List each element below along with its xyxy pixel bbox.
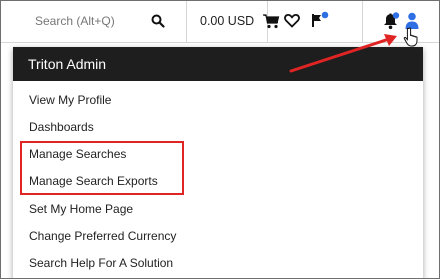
annotation-arrow — [285, 29, 405, 80]
annotation-highlight-box — [20, 141, 184, 195]
search-box[interactable]: Search (Alt+Q) — [1, 1, 187, 42]
menu-item-view-my-profile[interactable]: View My Profile — [29, 93, 111, 107]
cart-amount[interactable]: 0.00 USD — [200, 14, 254, 28]
search-icon[interactable] — [151, 14, 165, 33]
menu-item-set-my-home-page[interactable]: Set My Home Page — [29, 202, 133, 216]
user-name: Triton Admin — [28, 56, 107, 72]
background-content — [1, 43, 11, 278]
search-input[interactable]: Search (Alt+Q) — [35, 14, 115, 28]
app-window: Search (Alt+Q) 0.00 USD Triton Admin Vie… — [0, 0, 440, 279]
cart-summary[interactable]: 0.00 USD — [187, 1, 280, 42]
menu-item-search-help[interactable]: Search Help For A Solution — [29, 256, 173, 270]
menu-item-dashboards[interactable]: Dashboards — [29, 120, 94, 134]
menu-item-change-preferred-currency[interactable]: Change Preferred Currency — [29, 229, 176, 243]
hand-cursor-icon — [403, 27, 421, 52]
